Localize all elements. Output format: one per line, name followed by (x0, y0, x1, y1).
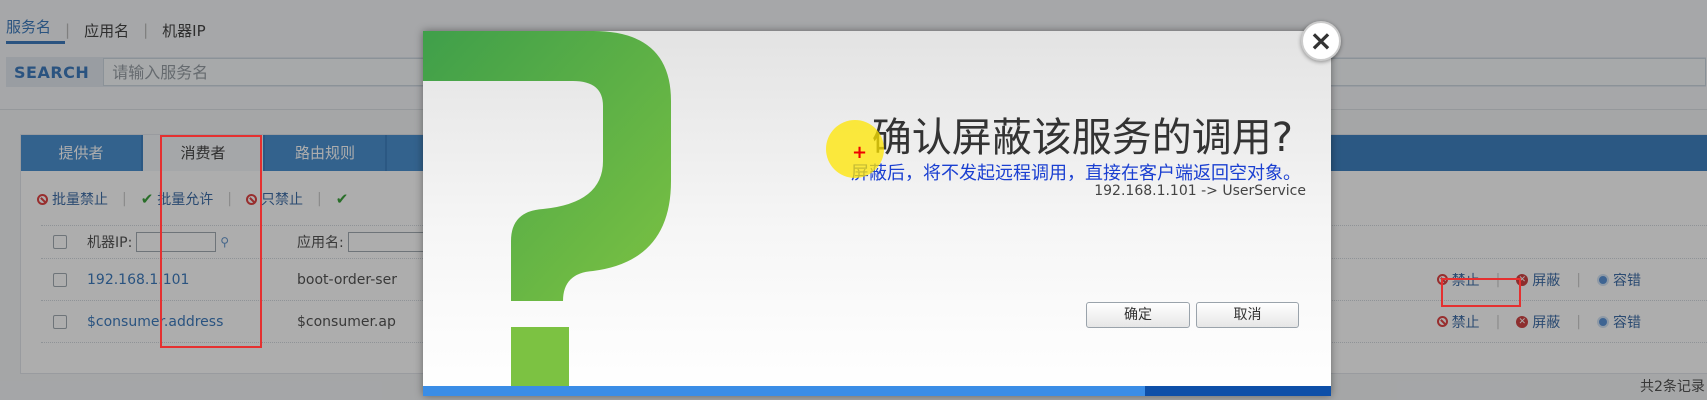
cancel-button[interactable]: 取消 (1196, 302, 1299, 328)
question-mark-icon (423, 31, 671, 386)
dialog-description: 屏蔽后，将不发起远程调用，直接在客户端返回空对象。 (851, 163, 1301, 184)
confirm-dialog: 确认屏蔽该服务的调用? 屏蔽后，将不发起远程调用，直接在客户端返回空对象。 19… (423, 31, 1331, 396)
dialog-progress-bar (423, 386, 1331, 396)
cursor-crosshair-icon: + (852, 142, 868, 163)
progress-fill (423, 386, 1145, 396)
confirm-button[interactable]: 确定 (1086, 302, 1190, 328)
annotation-box-shield-action (1441, 278, 1521, 307)
close-icon[interactable]: × (1301, 21, 1341, 61)
dialog-target: 192.168.1.101 -> UserService (1094, 183, 1306, 199)
dialog-title: 确认屏蔽该服务的调用? (871, 115, 1293, 161)
annotation-box-consumer-column (160, 135, 262, 348)
